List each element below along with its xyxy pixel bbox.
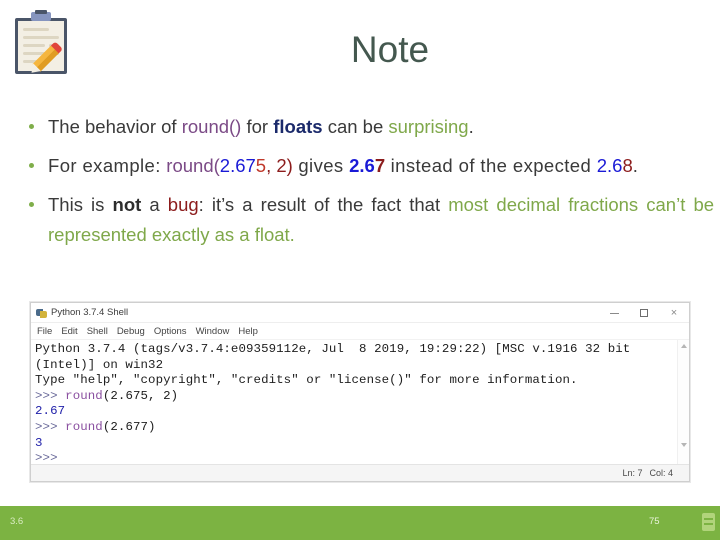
status-col-number: Col: 4 xyxy=(649,468,673,478)
console-args: (2.677) xyxy=(102,419,156,434)
menu-item-options[interactable]: Options xyxy=(154,326,187,337)
shell-console-output[interactable]: Python 3.7.4 (tags/v3.7.4:e09359112e, Ju… xyxy=(31,340,689,464)
list-item: This is not a bug: it’s a result of the … xyxy=(14,190,714,250)
bullet-marker xyxy=(29,201,34,207)
menu-item-edit[interactable]: Edit xyxy=(61,326,77,337)
scroll-down-icon[interactable] xyxy=(681,443,687,447)
console-func-round: round xyxy=(65,419,103,434)
close-icon[interactable]: × xyxy=(659,303,689,323)
bullet-marker xyxy=(29,124,34,129)
maximize-button[interactable] xyxy=(629,303,659,323)
seg-period: . xyxy=(468,116,474,137)
console-prompt: >>> xyxy=(35,388,66,403)
scroll-up-icon[interactable] xyxy=(681,344,687,348)
status-line-number: Ln: 7 xyxy=(622,468,643,478)
bullet-1-text: The behavior of round() for floats can b… xyxy=(48,112,714,142)
seg-surprising: surprising xyxy=(388,116,469,137)
footer-section-label: 3.6 xyxy=(10,516,24,527)
bullet-marker xyxy=(29,162,34,168)
seg-plain: : it’s a result of the fact that xyxy=(198,193,449,215)
shell-vertical-scrollbar[interactable] xyxy=(677,340,689,467)
seg-plain: instead of the expected xyxy=(385,154,597,176)
shell-titlebar: Python 3.7.4 Shell × xyxy=(31,303,689,323)
seg-period: . xyxy=(632,154,638,176)
console-line: (Intel)] on win32 xyxy=(35,357,164,372)
seg-plain: The behavior of xyxy=(48,116,182,137)
footer-page-number: 75 xyxy=(649,516,660,527)
menu-item-file[interactable]: File xyxy=(37,326,52,337)
console-prompt: >>> xyxy=(35,419,66,434)
python-shell-window-image: Python 3.7.4 Shell × File Edit Shell Deb… xyxy=(30,302,690,482)
list-item: For example: round(2.675, 2) gives 2.67 … xyxy=(14,151,714,181)
clipboard-line xyxy=(23,36,59,39)
console-func-round: round xyxy=(65,388,103,403)
seg-arg-5: 5 xyxy=(255,154,267,176)
seg-expected-2-6: 2.6 xyxy=(596,154,623,176)
console-line: Python 3.7.4 (tags/v3.7.4:e09359112e, Ju… xyxy=(35,342,631,356)
bullet-list: The behavior of round() for floats can b… xyxy=(14,112,714,259)
seg-plain: gives xyxy=(292,154,350,176)
seg-arg-2-67: 2.67 xyxy=(219,154,256,176)
console-line-input: >>> round(2.677) xyxy=(35,420,685,436)
menu-item-window[interactable]: Window xyxy=(196,326,230,337)
seg-arg-tail: , 2) xyxy=(266,154,293,176)
seg-plain: for xyxy=(241,116,274,137)
footer-bar: 3.6 75 xyxy=(0,506,720,540)
shell-statusbar: Ln: 7 Col: 4 xyxy=(31,464,689,481)
seg-plain: can be xyxy=(322,116,389,137)
shell-menubar: File Edit Shell Debug Options Window Hel… xyxy=(31,323,689,340)
seg-round-open: round( xyxy=(166,154,220,176)
console-line-output: 2.67 xyxy=(35,404,66,419)
list-item: The behavior of round() for floats can b… xyxy=(14,112,714,142)
seg-not: not xyxy=(112,193,142,215)
window-controls: × xyxy=(599,303,689,323)
seg-expected-8: 8 xyxy=(622,154,633,176)
seg-period: . xyxy=(289,223,295,245)
notes-icon xyxy=(702,513,715,531)
seg-floats: floats xyxy=(273,116,323,137)
seg-result-2-6: 2.6 xyxy=(349,154,375,176)
seg-plain: This is xyxy=(48,193,113,215)
clipboard-line xyxy=(23,28,49,31)
console-line-input: >>> round(2.675, 2) xyxy=(35,389,685,405)
bullet-2-text: For example: round(2.675, 2) gives 2.67 … xyxy=(48,155,638,176)
minimize-button[interactable] xyxy=(599,303,629,323)
menu-item-shell[interactable]: Shell xyxy=(87,326,108,337)
slide-canvas: Note The behavior of round() for floats … xyxy=(0,0,720,540)
seg-plain: a xyxy=(141,193,168,215)
console-args: (2.675, 2) xyxy=(102,388,179,403)
clipboard-pencil-icon xyxy=(12,10,70,76)
shell-window-title: Python 3.7.4 Shell xyxy=(51,307,129,318)
menu-item-debug[interactable]: Debug xyxy=(117,326,145,337)
python-idle-icon xyxy=(36,307,47,318)
console-prompt-last: >>> xyxy=(35,451,58,464)
seg-result-7: 7 xyxy=(374,154,386,176)
menu-item-help[interactable]: Help xyxy=(238,326,258,337)
bullet-3-text: This is not a bug: it’s a result of the … xyxy=(48,194,714,245)
seg-bug: bug xyxy=(167,193,199,215)
seg-plain: For example: xyxy=(48,154,167,176)
clipboard-line xyxy=(23,44,45,47)
clipboard-clip-top xyxy=(35,10,47,14)
console-line: Type "help", "copyright", "credits" or "… xyxy=(35,373,578,388)
console-line-output: 3 xyxy=(35,435,43,450)
seg-round-call: round() xyxy=(181,116,242,137)
page-title: Note xyxy=(350,29,430,70)
